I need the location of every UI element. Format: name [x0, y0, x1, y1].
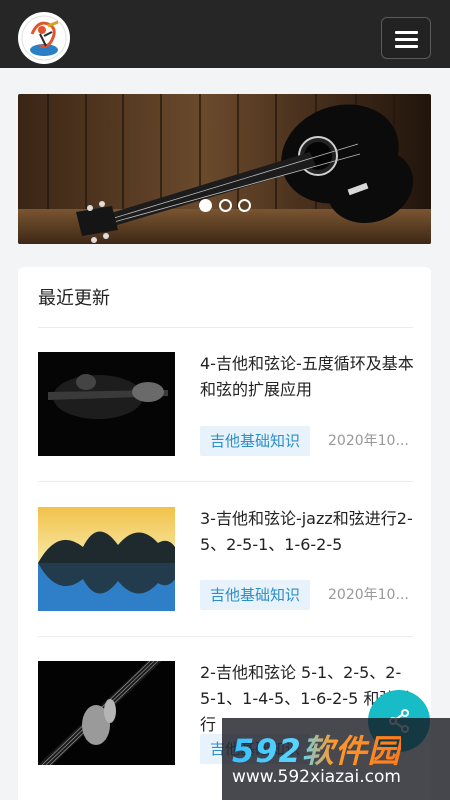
carousel-dot-1[interactable] — [199, 199, 212, 212]
banner-guitar-image — [18, 94, 431, 244]
article-thumbnail[interactable] — [38, 661, 175, 765]
divider — [38, 636, 413, 637]
publish-date: 2020年10... — [328, 433, 409, 449]
hamburger-menu-icon — [395, 38, 418, 41]
watermark-brand-text: 592软件园 — [232, 732, 401, 770]
category-tag[interactable]: 吉他基础知识 — [200, 580, 311, 610]
menu-toggle-button[interactable] — [381, 17, 431, 59]
category-tag[interactable]: 吉他基础知识 — [200, 426, 311, 456]
article-title[interactable]: 3-吉他和弦论-jazz和弦进行2-5、2-5-1、1-6-2-5 — [200, 506, 415, 558]
site-logo[interactable] — [18, 12, 70, 64]
carousel-dot-2[interactable] — [219, 199, 232, 212]
article-thumbnail[interactable] — [38, 507, 175, 611]
article-title[interactable]: 4-吉他和弦论-五度循环及基本和弦的扩展应用 — [200, 351, 415, 403]
watermark-brand: 592软件园 — [232, 726, 401, 772]
divider — [38, 481, 413, 482]
guitar-logo-icon — [21, 15, 67, 61]
article-thumbnail[interactable] — [38, 352, 175, 456]
article-thumbnail-image — [38, 661, 175, 765]
banner-carousel[interactable] — [18, 94, 431, 244]
article-thumbnail-image — [38, 507, 175, 611]
watermark-url: www.592xiazai.com — [232, 767, 401, 787]
divider — [38, 327, 413, 328]
section-title: 最近更新 — [38, 288, 110, 309]
article-thumbnail-image — [38, 352, 175, 456]
carousel-dot-3[interactable] — [238, 199, 251, 212]
hamburger-menu-icon — [395, 45, 418, 48]
publish-date: 2020年10... — [328, 587, 409, 603]
hamburger-menu-icon — [395, 31, 418, 34]
